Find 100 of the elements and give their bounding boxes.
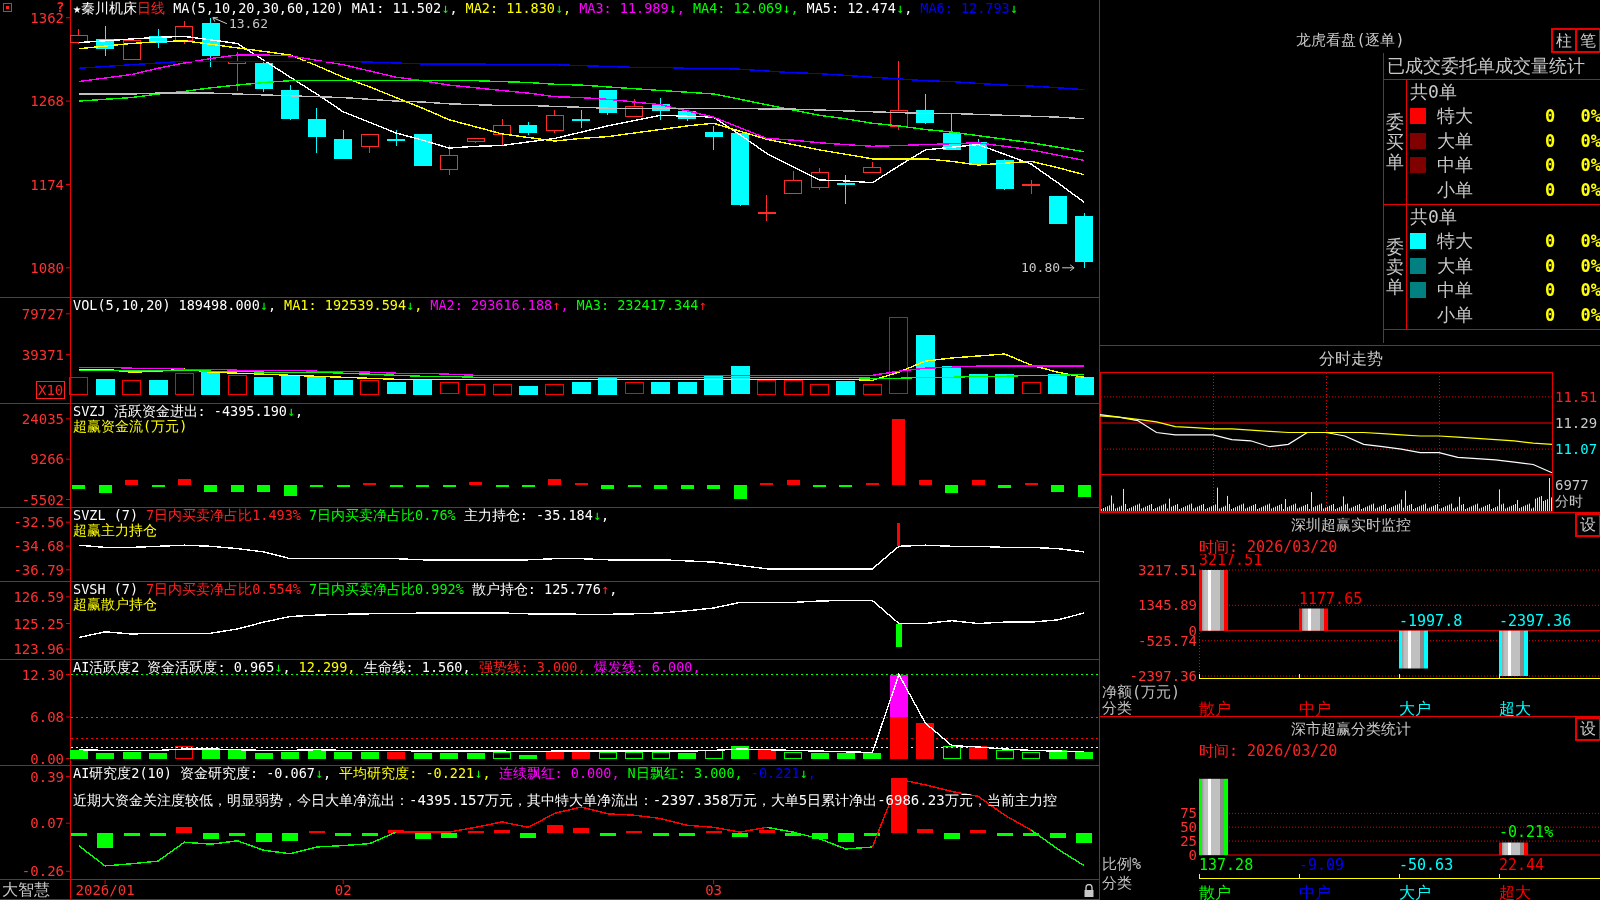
research-bar <box>202 833 219 839</box>
indicator-value: MA1: 11.502↓, <box>351 1 458 16</box>
y-axis-label: 3217.51 <box>1138 562 1197 578</box>
research-bar <box>494 830 510 834</box>
candle <box>281 84 300 121</box>
axis-title: 比例% <box>1102 855 1142 873</box>
indicator-value: 活跃资金进出: -4395.190↓, <box>113 404 304 419</box>
timestamp: 时间: 2026/03/20 <box>1199 743 1338 760</box>
flow-bar <box>574 482 588 485</box>
order-size-label: 特大 <box>1437 106 1473 127</box>
candle <box>545 109 564 134</box>
flow-bar <box>892 418 906 485</box>
candle <box>122 39 141 60</box>
y-axis-label: 39371 <box>21 346 64 363</box>
flow-bar <box>151 484 165 487</box>
indicator-value: 资金活跃度: 0.965↓, <box>147 660 291 675</box>
research-bar <box>335 833 352 837</box>
indicator-value: MA6: 12.793↓ <box>920 1 1018 16</box>
indicator-name: SVSH (7) <box>73 582 139 597</box>
flow-bar <box>257 484 271 492</box>
indicator-value: 强势线: 3.000, <box>478 660 586 675</box>
order-size-label: 大单 <box>1437 130 1473 151</box>
indicator-name: MA(5,10,20,30,60,120) <box>173 1 344 16</box>
panel-title: 分时走势 <box>1318 350 1383 368</box>
price-label: 10.80 <box>1020 260 1061 276</box>
flow-bar <box>495 484 509 487</box>
indicator-value: 7日内买卖净占比0.992% <box>308 582 464 597</box>
indicator-value: 189498.000↓, <box>178 298 277 313</box>
axis-title: 分类 <box>1102 874 1132 892</box>
flow-bar <box>416 484 430 488</box>
indicator-value: 连续飘红: 0.000, <box>498 766 620 781</box>
candle <box>1075 212 1094 269</box>
y-axis-label: 1345.89 <box>1138 597 1197 614</box>
app-logo-text: 大智慧 <box>2 881 50 899</box>
flow-bar <box>865 482 879 485</box>
y-axis-label: 6.08 <box>30 709 64 725</box>
candle <box>228 51 247 91</box>
y-axis-label: 1268 <box>30 93 64 110</box>
stock-title: ★秦川机床 日线 <box>73 1 166 16</box>
flow-bar <box>760 482 774 485</box>
y-axis-label: 75 <box>1180 805 1197 822</box>
indicator-subtitle: 超赢资金流(万元) <box>73 419 188 434</box>
settings-button[interactable]: 设 <box>1575 717 1600 741</box>
research-bar <box>520 833 537 838</box>
research-bar <box>679 833 696 837</box>
research-bar <box>1049 833 1066 838</box>
candle <box>440 144 458 176</box>
research-bar <box>414 833 431 839</box>
pointer-arrow <box>1061 264 1075 272</box>
indicator-value: MA2: 11.830↓, <box>465 1 572 16</box>
table-title: 已成交委托单成交量统计 <box>1387 55 1585 76</box>
y-axis-label: -2397.36 <box>1129 668 1197 684</box>
candle <box>625 98 644 118</box>
category-label: 散户 <box>1199 882 1231 900</box>
research-bar <box>970 830 987 834</box>
research-bar <box>546 824 563 834</box>
category-bar <box>1399 630 1428 669</box>
axis-title: 分类 <box>1102 699 1132 716</box>
candle <box>651 97 670 121</box>
indicator-value: MA4: 12.069↓, <box>692 1 799 16</box>
y-axis-label: 1080 <box>30 259 64 276</box>
order-size-label: 小单 <box>1437 179 1473 200</box>
value-label: 3217.51 <box>1199 554 1263 569</box>
order-size-label: 特大 <box>1437 231 1473 252</box>
flow-bar <box>733 484 747 500</box>
price-label: 13.62 <box>228 16 269 32</box>
research-bar <box>705 830 722 834</box>
research-bar <box>626 830 643 834</box>
category-bar <box>1199 570 1228 631</box>
panel-title: 龙虎看盘(逐单) <box>1296 31 1405 49</box>
y-axis-label: -5502 <box>21 491 64 508</box>
flow-bar <box>125 480 138 485</box>
y-axis-label: 0.07 <box>30 815 64 832</box>
view-toggle-button[interactable]: 笔 <box>1577 28 1600 53</box>
flow-bar <box>971 479 985 485</box>
candle <box>1022 179 1041 195</box>
y-axis-label: 9266 <box>30 451 64 468</box>
flow-bar <box>707 484 721 490</box>
flow-bar <box>389 484 403 487</box>
flow-bar <box>945 484 959 493</box>
value-label: -50.63 <box>1399 856 1454 874</box>
y-axis-label: 25 <box>1180 833 1197 850</box>
category-label: 中户 <box>1299 698 1331 716</box>
flow-bar <box>310 484 324 487</box>
flow-bar <box>72 484 86 490</box>
y-axis-label: 11.07 <box>1555 441 1598 458</box>
flow-bar <box>469 482 482 485</box>
flow-bar <box>177 479 191 485</box>
order-percent: 0% <box>1580 280 1600 301</box>
candle <box>519 121 538 136</box>
view-toggle-button[interactable]: 柱 <box>1551 28 1577 53</box>
order-count: 0 <box>1544 179 1556 200</box>
research-bar <box>652 833 669 837</box>
candle <box>572 109 591 129</box>
settings-button[interactable]: 设 <box>1575 513 1600 537</box>
candle <box>175 20 194 44</box>
indicator-name: SVZL (7) <box>73 508 139 523</box>
research-bar <box>785 833 801 837</box>
research-bar <box>229 833 246 837</box>
indicator-value: MA2: 293616.188↑, <box>430 298 569 313</box>
